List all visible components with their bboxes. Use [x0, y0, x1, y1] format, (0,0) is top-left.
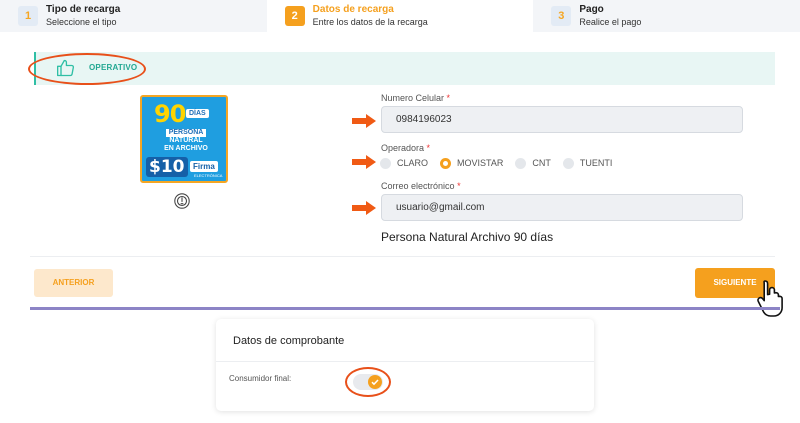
- annotation-circle: [345, 367, 391, 397]
- radio-checked-icon[interactable]: [440, 157, 452, 169]
- product-line-2: NATURAL: [169, 137, 203, 144]
- product-price: $10: [146, 157, 188, 177]
- operator-radio-group: CLARO MOVISTAR CNT TUENTI: [380, 156, 624, 170]
- step-subtitle: Realice el pago: [579, 17, 642, 27]
- consumer-final-label: Consumidor final:: [229, 374, 292, 383]
- section-separator: [30, 307, 780, 310]
- step-number: 3: [551, 6, 572, 26]
- radio-movistar[interactable]: MOVISTAR: [440, 157, 503, 169]
- arrow-right-icon: [352, 155, 376, 169]
- previous-button[interactable]: ANTERIOR: [34, 269, 113, 297]
- receipt-title: Datos de comprobante: [233, 335, 345, 347]
- step-title: Tipo de recarga: [46, 4, 121, 15]
- step-subtitle: Seleccione el tipo: [46, 17, 117, 27]
- step-datos-de-recarga[interactable]: 2 Datos de recarga Entre los datos de la…: [266, 0, 534, 32]
- product-name: Persona Natural Archivo 90 días: [381, 230, 554, 244]
- product-image: 90 DÍAS PERSONA NATURAL EN ARCHIVO $10 F…: [140, 95, 228, 183]
- recharge-page: 1 Tipo de recarga Seleccione el tipo 2 D…: [0, 0, 800, 423]
- email-input[interactable]: usuario@gmail.com: [381, 194, 743, 221]
- step-title: Pago: [579, 4, 604, 15]
- product-brand: Firma: [190, 161, 218, 172]
- radio-claro[interactable]: CLARO: [380, 157, 428, 169]
- step-subtitle: Entre los datos de la recarga: [312, 17, 428, 27]
- certificate-icon: [174, 193, 190, 209]
- phone-input[interactable]: 0984196023: [381, 106, 743, 133]
- step-number: 1: [18, 6, 38, 26]
- radio-circle-icon[interactable]: [562, 157, 574, 169]
- step-pago[interactable]: 3 Pago Realice el pago: [533, 0, 800, 32]
- divider: [30, 256, 775, 257]
- step-tipo-de-recarga[interactable]: 1 Tipo de recarga Seleccione el tipo: [0, 0, 267, 32]
- email-label: Correo electrónico *: [381, 181, 461, 191]
- product-brand-sub: ELECTRÓNICA: [194, 173, 223, 178]
- operator-label: Operadora *: [381, 143, 431, 153]
- radio-cnt[interactable]: CNT: [515, 157, 551, 169]
- stepper: 1 Tipo de recarga Seleccione el tipo 2 D…: [0, 0, 800, 32]
- radio-circle-icon[interactable]: [380, 157, 391, 169]
- radio-circle-icon[interactable]: [515, 157, 527, 169]
- radio-tuenti[interactable]: TUENTI: [562, 157, 612, 169]
- arrow-right-icon: [352, 201, 376, 215]
- product-line-1: PERSONA: [165, 129, 207, 137]
- product-line-3: EN ARCHIVO: [164, 145, 208, 152]
- divider: [216, 361, 594, 362]
- receipt-card: Datos de comprobante Consumidor final:: [216, 319, 594, 411]
- arrow-right-icon: [352, 114, 376, 128]
- step-number: 2: [284, 6, 305, 26]
- hand-pointer-icon: [757, 280, 783, 317]
- annotation-circle: [28, 53, 146, 85]
- product-days-label: DÍAS: [186, 109, 209, 118]
- phone-label: Numero Celular *: [381, 93, 451, 103]
- step-title: Datos de recarga: [312, 4, 394, 15]
- product-days: 90: [154, 100, 186, 128]
